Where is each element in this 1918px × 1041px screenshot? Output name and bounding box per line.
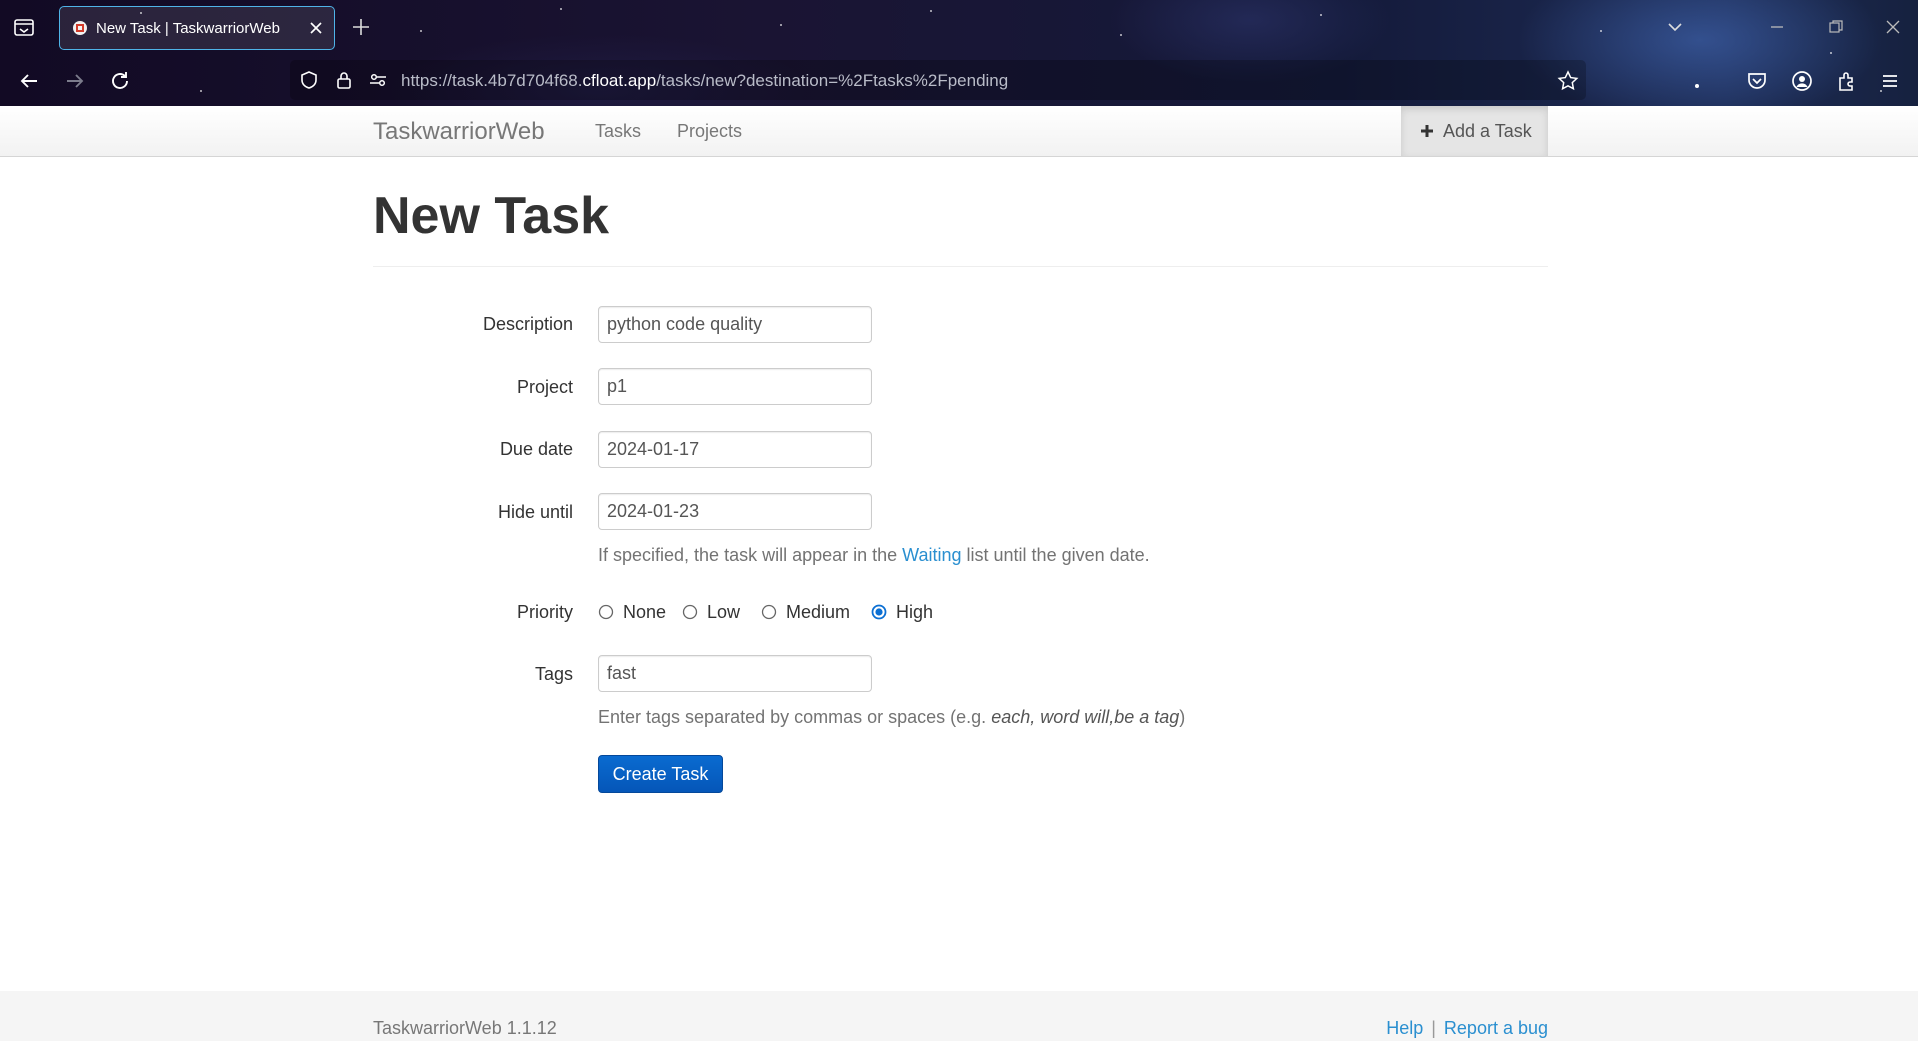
reload-icon[interactable]	[108, 69, 132, 93]
project-label: Project	[516, 377, 573, 397]
radio-none[interactable]	[598, 604, 614, 620]
tab-list-icon[interactable]	[12, 15, 36, 39]
menu-icon[interactable]	[1878, 69, 1902, 93]
add-task-label: Add a Task	[1443, 121, 1532, 141]
page-title: New Task	[373, 187, 610, 245]
tags-help-after: )	[1179, 707, 1186, 727]
browser-tab-active[interactable]: New Task | TaskwarriorWeb	[59, 6, 335, 50]
tags-help-before: Enter tags separated by commas or spaces…	[598, 707, 992, 727]
tab-close-icon[interactable]	[306, 18, 326, 38]
url-host: cfloat.app	[582, 71, 657, 90]
account-icon[interactable]	[1790, 69, 1814, 93]
radio-low[interactable]	[682, 604, 698, 620]
tags-help: Enter tags separated by commas or spaces…	[598, 707, 1185, 728]
footer-separator: |	[1431, 1018, 1436, 1038]
priority-none-label: None	[623, 602, 667, 622]
taskwarrior-favicon-icon	[72, 20, 88, 36]
help-link[interactable]: Help	[1386, 1018, 1423, 1038]
tags-label: Tags	[534, 664, 573, 684]
bookmark-star-icon[interactable]	[1557, 70, 1579, 91]
url-prefix: https://task.4b7d704f68.	[401, 71, 583, 90]
forward-icon[interactable]	[63, 69, 87, 93]
new-tab-icon[interactable]	[350, 16, 372, 38]
description-input[interactable]	[598, 306, 872, 343]
priority-label: Priority	[516, 602, 573, 622]
radio-medium[interactable]	[761, 604, 777, 620]
priority-low-label: Low	[707, 602, 741, 622]
pocket-icon[interactable]	[1745, 69, 1769, 93]
list-all-tabs-icon[interactable]	[1664, 16, 1686, 38]
shield-icon[interactable]	[299, 70, 319, 90]
priority-medium-label: Medium	[786, 602, 851, 622]
close-window-icon[interactable]	[1882, 16, 1904, 38]
browser-chrome: New Task | TaskwarriorWeb https://task.4…	[0, 0, 1918, 106]
back-icon[interactable]	[17, 69, 41, 93]
footer: TaskwarriorWeb 1.1.12 Help | Report a bug	[0, 991, 1918, 1041]
nav-projects[interactable]: Projects	[677, 121, 742, 142]
plus-icon	[1419, 123, 1435, 139]
restore-icon[interactable]	[1825, 16, 1847, 38]
nav-tasks[interactable]: Tasks	[595, 121, 641, 142]
brand-link[interactable]: TaskwarriorWeb	[373, 118, 545, 146]
footer-version: TaskwarriorWeb 1.1.12	[373, 1018, 557, 1038]
hide-until-help-after: list until the given date.	[961, 545, 1150, 565]
hide-until-label: Hide until	[497, 502, 573, 522]
tags-input[interactable]	[598, 655, 872, 692]
priority-high-label: High	[896, 602, 934, 622]
footer-links: Help | Report a bug	[1386, 1018, 1548, 1039]
report-bug-link[interactable]: Report a bug	[1444, 1018, 1548, 1038]
add-task-button[interactable]: Add a Task	[1401, 106, 1548, 156]
hide-until-input[interactable]	[598, 493, 872, 530]
tags-help-example: each, word will,be a tag	[991, 707, 1180, 727]
radio-high-selected[interactable]	[871, 604, 887, 620]
description-label: Description	[482, 314, 573, 334]
lock-icon[interactable]	[334, 70, 354, 90]
hide-until-help-before: If specified, the task will appear in th…	[598, 545, 903, 565]
waiting-link[interactable]: Waiting	[902, 545, 961, 565]
minimize-icon[interactable]	[1766, 16, 1788, 38]
url-path: /tasks/new?destination=%2Ftasks%2Fpendin…	[656, 71, 1009, 90]
tab-title: New Task | TaskwarriorWeb	[96, 20, 280, 37]
url-text[interactable]: https://task.4b7d704f68.cfloat.app/tasks…	[401, 71, 1008, 91]
due-date-input[interactable]	[598, 431, 872, 468]
due-date-label: Due date	[499, 439, 573, 459]
project-input[interactable]	[598, 368, 872, 405]
url-bar[interactable]: https://task.4b7d704f68.cfloat.app/tasks…	[290, 60, 1586, 100]
title-divider	[373, 266, 1548, 267]
hide-until-help: If specified, the task will appear in th…	[598, 545, 1150, 566]
app-navbar: TaskwarriorWeb Tasks Projects Add a Task	[0, 106, 1918, 157]
extensions-icon[interactable]	[1835, 69, 1859, 93]
create-task-button[interactable]: Create Task	[598, 755, 723, 793]
site-permissions-icon[interactable]	[368, 70, 388, 90]
